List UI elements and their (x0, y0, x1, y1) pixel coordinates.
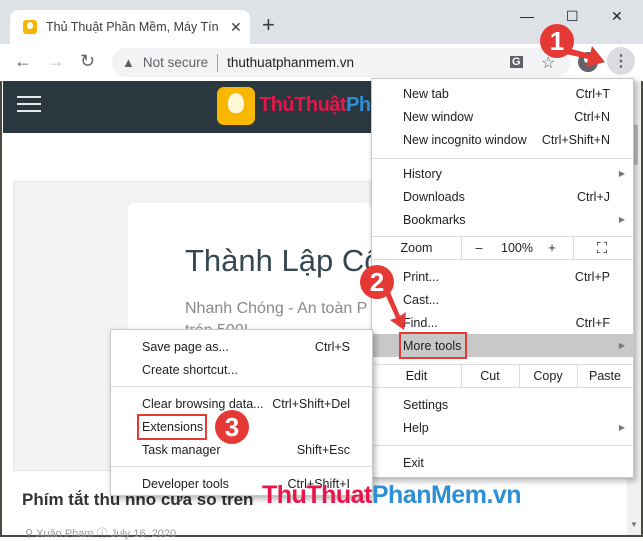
menu-label: New window (403, 109, 474, 124)
submenu-item-clear-browsing[interactable]: Clear browsing data... Ctrl+Shift+Del (111, 392, 372, 415)
hamburger-menu-icon[interactable] (17, 96, 41, 112)
menu-label: New tab (403, 86, 449, 101)
paste-button[interactable]: Paste (577, 365, 633, 387)
watermark-blue: PhanMem.vn (371, 481, 522, 509)
forward-button[interactable]: → (47, 52, 65, 70)
step-badge-3: 3 (215, 410, 249, 444)
submenu-arrow-icon: ▶ (618, 341, 625, 350)
maximize-button[interactable]: ☐ (566, 8, 579, 25)
menu-label: Help (403, 420, 429, 435)
menu-item-history[interactable]: History ▶ (372, 162, 633, 185)
menu-item-help[interactable]: Help ▶ (372, 416, 633, 439)
divider (573, 237, 574, 259)
menu-divider (111, 466, 372, 467)
submenu-item-save-page[interactable]: Save page as... Ctrl+S (111, 335, 372, 358)
site-header: ThủThuậtPhần (3, 81, 393, 133)
menu-label: Clear browsing data... (142, 396, 264, 411)
menu-item-exit[interactable]: Exit (372, 451, 633, 474)
copy-button[interactable]: Copy (519, 365, 577, 387)
menu-divider (111, 386, 372, 387)
menu-label: History (403, 166, 442, 181)
submenu-item-create-shortcut[interactable]: Create shortcut... (111, 358, 372, 381)
zoom-label: Zoom (400, 241, 433, 255)
menu-shortcut: Ctrl+P (574, 269, 610, 284)
menu-item-cast[interactable]: Cast... (372, 288, 633, 311)
watermark: ThuThuatPhanMem.vn (262, 481, 522, 510)
menu-item-bookmarks[interactable]: Bookmarks ▶ (372, 208, 633, 231)
arrow-annotation-1 (566, 46, 605, 67)
security-label[interactable]: Not secure (143, 55, 208, 70)
promo-subtitle: Nhanh Chóng - An toàn P (185, 300, 368, 317)
menu-shortcut: Ctrl+J (577, 189, 610, 204)
menu-item-settings[interactable]: Settings (372, 393, 633, 416)
menu-shortcut: Shift+Esc (296, 442, 350, 457)
promo-title: Thành Lập Cô (185, 243, 382, 278)
lightbulb-logo-icon[interactable] (217, 87, 255, 125)
chrome-menu: New tab Ctrl+T New window Ctrl+N New incog… (371, 78, 634, 478)
menu-label: Task manager (142, 442, 221, 457)
menu-label: Create shortcut... (142, 362, 238, 377)
submenu-arrow-icon: ▶ (618, 215, 625, 224)
logo-red-text: ThủThuật (259, 94, 347, 116)
fullscreen-icon[interactable]: ⛶ (587, 237, 617, 259)
submenu-arrow-icon: ▶ (618, 169, 625, 178)
menu-label: Settings (403, 397, 449, 412)
url-text[interactable]: thuthuatphanmem.vn (227, 55, 354, 70)
divider (217, 53, 219, 72)
divider (461, 237, 462, 259)
arrow-annotation-2 (384, 292, 406, 330)
menu-label: Developer tools (142, 476, 229, 491)
menu-label: New incognito window (403, 132, 527, 147)
menu-item-print[interactable]: Print... Ctrl+P (372, 265, 633, 288)
menu-item-new-window[interactable]: New window Ctrl+N (372, 105, 633, 128)
menu-item-find[interactable]: Find... Ctrl+F (372, 311, 633, 334)
edit-row: Edit Cut Copy Paste (372, 364, 633, 388)
favicon-icon (23, 20, 37, 34)
reload-button[interactable]: ↻ (80, 52, 95, 70)
tab-close-icon[interactable]: ✕ (230, 19, 242, 36)
zoom-out-button[interactable]: – (467, 237, 491, 259)
minimize-button[interactable]: — (520, 8, 534, 24)
menu-shortcut: Ctrl+N (574, 109, 610, 124)
zoom-in-button[interactable]: + (540, 237, 564, 259)
close-window-button[interactable]: ✕ (611, 8, 623, 25)
menu-label: Exit (403, 455, 424, 470)
menu-shortcut: Ctrl+Shift+N (541, 132, 610, 147)
tab-active[interactable]: Thủ Thuật Phần Mềm, Máy Tính, ✕ (10, 10, 250, 44)
menu-divider (372, 158, 633, 159)
edit-label: Edit (405, 369, 428, 383)
highlight-extensions (137, 414, 207, 440)
menu-shortcut: Ctrl+Shift+Del (272, 396, 350, 411)
menu-shortcut: Ctrl+S (314, 339, 350, 354)
menu-label: Bookmarks (403, 212, 466, 227)
translate-icon[interactable]: G (510, 56, 523, 68)
warning-icon[interactable]: ▲ (122, 55, 135, 70)
menu-item-new-incognito[interactable]: New incognito window Ctrl+Shift+N (372, 128, 633, 151)
menu-label: Save page as... (142, 339, 229, 354)
zoom-row: Zoom – 100% + ⛶ (372, 236, 633, 260)
menu-shortcut: Ctrl+T (575, 86, 610, 101)
menu-shortcut: Ctrl+F (575, 315, 610, 330)
menu-item-new-tab[interactable]: New tab Ctrl+T (372, 82, 633, 105)
tab-title: Thủ Thuật Phần Mềm, Máy Tính, (46, 20, 218, 34)
menu-kebab-icon[interactable]: ⋮ (607, 47, 635, 75)
cut-button[interactable]: Cut (461, 365, 519, 387)
zoom-level: 100% (501, 241, 533, 255)
new-tab-button[interactable]: + (262, 14, 275, 36)
submenu-arrow-icon: ▶ (618, 423, 625, 432)
watermark-red: ThuThuat (262, 481, 372, 509)
menu-label: Print... (403, 269, 440, 284)
article-meta: ⚲ Xuân Pham ⓘ July 16, 2020 (25, 528, 177, 540)
menu-divider (372, 445, 633, 446)
menu-item-downloads[interactable]: Downloads Ctrl+J (372, 185, 633, 208)
submenu-item-task-manager[interactable]: Task manager Shift+Esc (111, 438, 372, 461)
address-bar[interactable]: ▲ Not secure thuthuatphanmem.vn (112, 48, 570, 77)
scroll-down-arrow-icon[interactable]: ▼ (630, 520, 638, 529)
menu-label: Downloads (403, 189, 465, 204)
highlight-more-tools (399, 332, 467, 359)
back-button[interactable]: ← (14, 52, 32, 70)
